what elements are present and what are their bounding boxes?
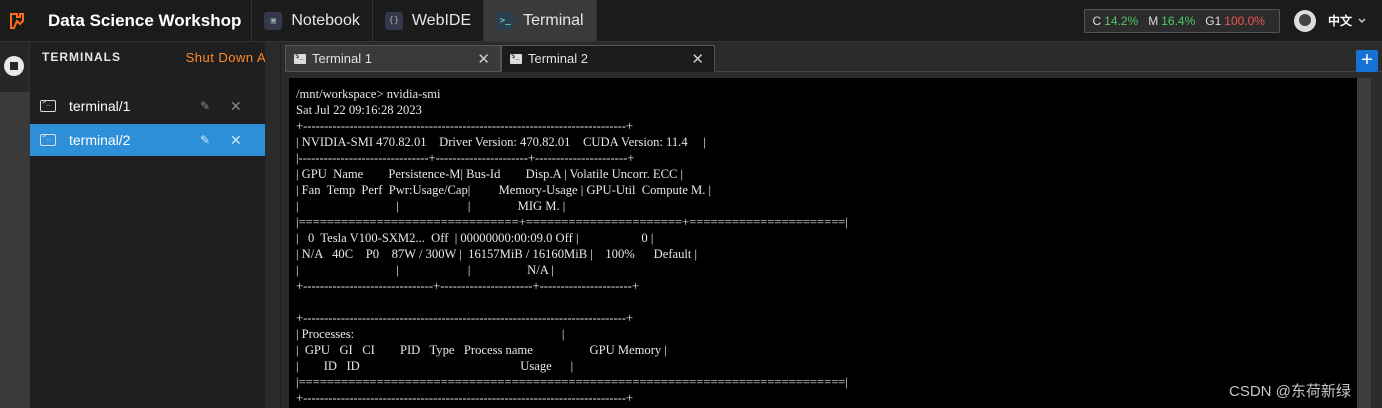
terminal-list-item-label: terminal/1: [69, 98, 131, 114]
nav-tab-label: Notebook: [291, 11, 360, 29]
app-title: Data Science Workshop: [34, 0, 253, 41]
panel-title: TERMINALS: [42, 50, 121, 64]
terminal-icon: >_: [496, 11, 515, 30]
nav-tab-label: Terminal: [523, 11, 584, 29]
terminal-screen[interactable]: /mnt/workspace> nvidia-smi Sat Jul 22 09…: [289, 78, 1357, 408]
terminal-icon: [40, 98, 56, 112]
close-icon[interactable]: ✕: [477, 50, 490, 68]
add-terminal-button[interactable]: +: [1356, 50, 1378, 72]
terminal-list-item-1[interactable]: terminal/1 ✎ ✕: [30, 90, 265, 122]
tab-terminal-2[interactable]: Terminal 2 ✕: [501, 45, 715, 72]
resource-usage-badge[interactable]: C 14.2% M 16.4% G1 100.0%: [1083, 8, 1280, 33]
terminal-list-item-label: terminal/2: [69, 132, 131, 148]
running-sessions-icon[interactable]: [4, 56, 24, 76]
rename-icon[interactable]: ✎: [200, 99, 210, 113]
notebook-icon: ▣: [264, 11, 283, 30]
webide-icon: {}: [384, 11, 403, 30]
terminal-tab-bar: Terminal 1 ✕ Terminal 2 ✕ +: [285, 45, 1382, 72]
tab-label: Terminal 2: [528, 51, 588, 66]
top-bar: Data Science Workshop ▣ Notebook {} WebI…: [0, 0, 1382, 42]
language-selector[interactable]: 中文: [1328, 12, 1366, 29]
terminal-tab-icon: [294, 52, 306, 64]
terminal-output: /mnt/workspace> nvidia-smi Sat Jul 22 09…: [296, 87, 848, 405]
terminal-workspace: Terminal 1 ✕ Terminal 2 ✕ + /mnt/workspa…: [281, 42, 1382, 408]
nav-tab-webide[interactable]: {} WebIDE: [373, 0, 485, 41]
activity-bar: [0, 42, 30, 408]
close-icon[interactable]: ✕: [230, 98, 242, 115]
panel-header: TERMINALS Shut Down All: [30, 42, 279, 72]
app-logo-icon[interactable]: [0, 0, 34, 41]
terminals-panel: TERMINALS Shut Down All terminal/1 ✎ ✕ t…: [30, 42, 280, 408]
shut-down-all-button[interactable]: Shut Down All: [186, 50, 273, 65]
cpu-usage: C 14.2%: [1092, 13, 1139, 28]
memory-usage: M 16.4%: [1148, 13, 1196, 28]
tab-terminal-1[interactable]: Terminal 1 ✕: [285, 45, 501, 72]
watermark: CSDN @东荷新绿: [1229, 383, 1351, 400]
gpu-usage: G1 100.0%: [1205, 13, 1265, 28]
terminal-icon: [40, 132, 56, 146]
activity-bar-track: [0, 92, 30, 408]
close-icon[interactable]: ✕: [691, 50, 704, 68]
terminal-scrollbar[interactable]: [1357, 78, 1371, 408]
terminal-list-item-2[interactable]: terminal/2 ✎ ✕: [30, 124, 265, 156]
tab-label: Terminal 1: [312, 51, 372, 66]
terminal-tab-icon: [510, 52, 522, 64]
panel-scrollbar[interactable]: [265, 42, 280, 408]
close-icon[interactable]: ✕: [230, 132, 242, 149]
rename-icon[interactable]: ✎: [200, 133, 210, 147]
nav-tab-terminal[interactable]: >_ Terminal: [484, 0, 597, 41]
avatar[interactable]: [1293, 9, 1316, 32]
nav-tab-label: WebIDE: [411, 11, 472, 29]
nav-tab-notebook[interactable]: ▣ Notebook: [252, 0, 373, 41]
chevron-down-icon: [1358, 18, 1366, 23]
language-label: 中文: [1327, 14, 1352, 28]
